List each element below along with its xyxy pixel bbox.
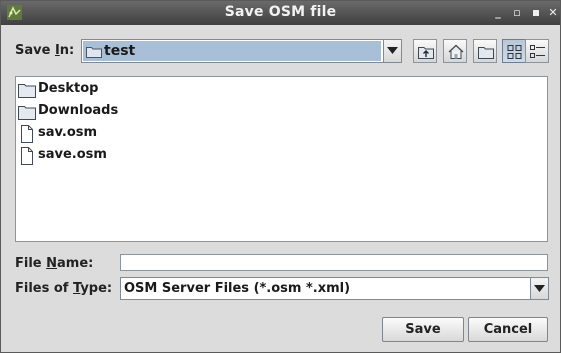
file-icon xyxy=(21,125,33,143)
new-folder-button[interactable] xyxy=(473,39,497,63)
minimize-button[interactable]: _ xyxy=(490,5,506,21)
maximize-button[interactable] xyxy=(528,5,544,21)
list-item-file[interactable]: sav.osm xyxy=(18,123,278,143)
list-view-icon xyxy=(507,45,522,59)
new-folder-icon xyxy=(478,47,494,59)
save-button[interactable]: Save xyxy=(382,317,464,342)
folder-icon xyxy=(18,84,36,98)
list-item-file[interactable]: save.osm xyxy=(18,145,278,165)
file-icon xyxy=(21,147,33,165)
file-name-text: Downloads xyxy=(38,103,119,118)
chevron-down-icon xyxy=(387,47,398,54)
save-in-combobox[interactable]: test xyxy=(81,39,402,63)
file-name-text: sav.osm xyxy=(38,125,98,140)
folder-icon xyxy=(86,47,102,58)
up-one-level-icon xyxy=(418,47,434,59)
folder-icon xyxy=(18,106,36,120)
list-item-folder[interactable]: Downloads xyxy=(18,101,278,121)
details-view-button[interactable] xyxy=(525,39,549,63)
current-folder-text: test xyxy=(104,43,136,59)
files-of-type-combobox[interactable]: OSM Server Files (*.osm *.xml) xyxy=(120,277,549,300)
restore-button[interactable]: ▫ xyxy=(509,5,525,21)
file-type-selected-text: OSM Server Files (*.osm *.xml) xyxy=(124,281,351,296)
cancel-button[interactable]: Cancel xyxy=(468,317,548,342)
maximize-icon xyxy=(533,10,539,16)
save-in-dropdown-arrow[interactable] xyxy=(383,40,401,62)
close-button[interactable]: ✕ xyxy=(545,5,561,21)
file-name-input[interactable] xyxy=(120,254,548,271)
home-button[interactable] xyxy=(443,39,467,63)
files-of-type-label: Files of Type: xyxy=(15,281,113,296)
details-view-icon xyxy=(530,45,545,58)
files-of-type-dropdown-arrow[interactable] xyxy=(530,278,548,299)
home-icon xyxy=(448,44,464,59)
save-in-label: Save In: xyxy=(15,43,75,58)
save-osm-file-dialog: Save OSM file _ ▫ ✕ Save In: test Deskto… xyxy=(0,0,561,353)
file-name-text: save.osm xyxy=(38,147,107,162)
file-name-text: Desktop xyxy=(38,81,99,96)
list-view-button[interactable] xyxy=(502,39,526,63)
list-item-folder[interactable]: Desktop xyxy=(18,79,278,99)
up-one-level-button[interactable] xyxy=(413,39,437,63)
file-name-label: File Name: xyxy=(15,256,94,271)
window-title: Save OSM file xyxy=(224,4,337,20)
file-list[interactable]: Desktop Downloads sav.osm save.osm xyxy=(15,76,548,242)
title-bar[interactable]: Save OSM file _ ▫ ✕ xyxy=(1,1,560,25)
chevron-down-icon xyxy=(534,284,545,292)
